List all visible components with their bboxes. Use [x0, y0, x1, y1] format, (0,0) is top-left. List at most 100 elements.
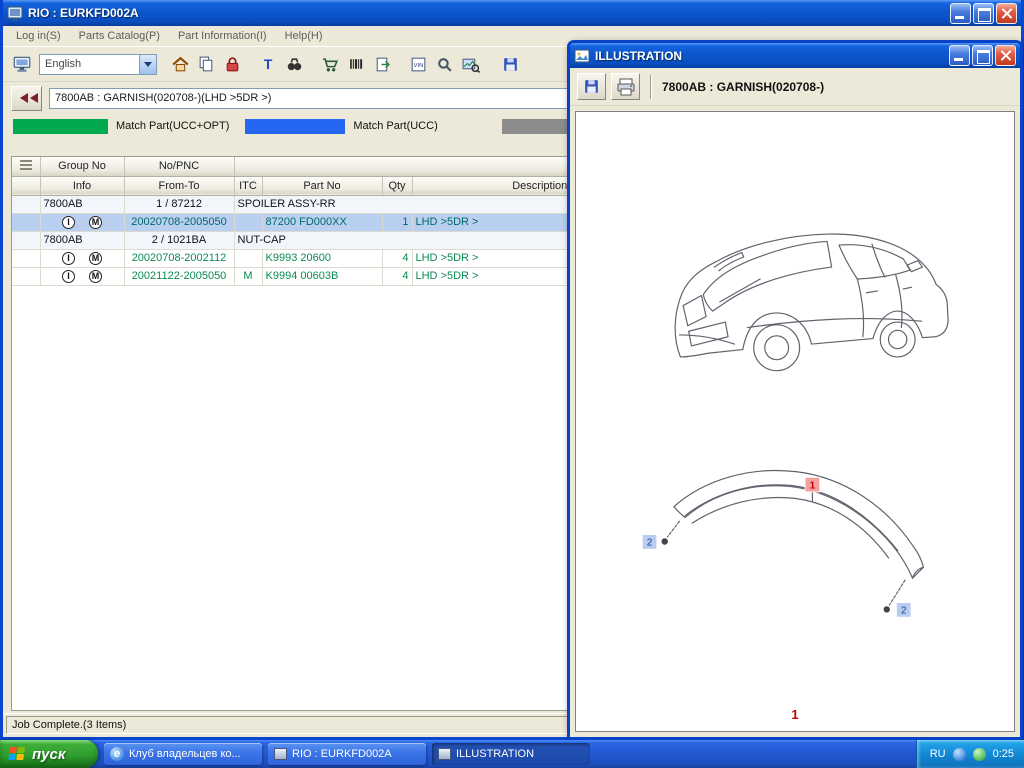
- cell-part-no: 87200 FD000XX: [262, 213, 382, 231]
- close-button[interactable]: [996, 3, 1017, 24]
- gear-search-icon[interactable]: [431, 51, 457, 77]
- info-i-icon[interactable]: I: [62, 252, 75, 265]
- illustration-close-button[interactable]: [995, 45, 1016, 66]
- home-icon[interactable]: [167, 51, 193, 77]
- maximize-button[interactable]: [973, 3, 994, 24]
- binoculars-icon[interactable]: [281, 51, 307, 77]
- cell-info: IM: [40, 267, 124, 285]
- cell-no-pnc: 1 / 87212: [124, 195, 234, 213]
- svg-text:2: 2: [647, 538, 653, 549]
- cell-qty: 4: [382, 249, 412, 267]
- callout-2-left[interactable]: 2: [643, 535, 657, 549]
- cell-info: IM: [40, 249, 124, 267]
- vin-icon[interactable]: VIN: [405, 51, 431, 77]
- cell-itc: [234, 213, 262, 231]
- cell-qty: 1: [382, 213, 412, 231]
- cell-part-no: K9994 00603B: [262, 267, 382, 285]
- grid-menu-cell[interactable]: [12, 157, 40, 176]
- system-tray: RU 0:25: [916, 740, 1024, 768]
- cell-itc: [234, 249, 262, 267]
- barcode-icon[interactable]: [343, 51, 369, 77]
- cart-icon[interactable]: [317, 51, 343, 77]
- tray-language-indicator[interactable]: RU: [930, 748, 946, 760]
- legend-green-swatch: [13, 119, 108, 134]
- col-header-group-no[interactable]: Group No: [40, 157, 124, 176]
- menu-part-information[interactable]: Part Information(I): [169, 28, 276, 44]
- cell-from-to: 20020708-2002112: [124, 249, 234, 267]
- rio-app-icon: [274, 748, 287, 760]
- illustration-icon: [574, 48, 590, 64]
- col-header-itc[interactable]: ITC: [234, 176, 262, 195]
- info-m-icon[interactable]: M: [89, 270, 102, 283]
- legend-blue-swatch: [245, 119, 345, 134]
- back-button[interactable]: [11, 86, 42, 111]
- cell-info: IM: [40, 213, 124, 231]
- menu-parts-catalog[interactable]: Parts Catalog(P): [70, 28, 169, 44]
- col-header-info[interactable]: Info: [40, 176, 124, 195]
- taskbar-button-rio[interactable]: RIO : EURKFD002A: [268, 743, 426, 765]
- taskbar: пуск e Клуб владельцев ко... RIO : EURKF…: [0, 740, 1024, 768]
- col-header-part-no[interactable]: Part No: [262, 176, 382, 195]
- cell-no-pnc: 2 / 1021BA: [124, 231, 234, 249]
- illustration-window-title: ILLUSTRATION: [595, 49, 947, 63]
- callout-1[interactable]: 1: [805, 477, 820, 492]
- col-header-qty[interactable]: Qty: [382, 176, 412, 195]
- start-label: пуск: [32, 746, 65, 763]
- illustration-print-button[interactable]: [611, 73, 640, 100]
- legend-green-label: Match Part(UCC+OPT): [116, 120, 229, 132]
- combo-arrow-icon[interactable]: [139, 55, 156, 74]
- language-value: English: [45, 58, 81, 70]
- tray-clock: 0:25: [993, 748, 1014, 760]
- taskbar-button-browser[interactable]: e Клуб владельцев ко...: [104, 743, 262, 765]
- callout-2-right[interactable]: 2: [897, 603, 911, 617]
- start-button[interactable]: пуск: [0, 740, 98, 768]
- windows-logo-icon: [8, 747, 27, 762]
- tray-icon-antivirus[interactable]: [973, 748, 986, 761]
- col-header-from-to[interactable]: From-To: [124, 176, 234, 195]
- status-text: Job Complete.(3 Items): [12, 719, 126, 731]
- nut-right: [884, 606, 890, 612]
- save-icon[interactable]: [497, 51, 523, 77]
- menu-help[interactable]: Help(H): [276, 28, 332, 44]
- copy-icon[interactable]: [193, 51, 219, 77]
- illustration-canvas[interactable]: 1 2 2 1: [575, 111, 1015, 732]
- export-icon[interactable]: [369, 51, 395, 77]
- menu-login[interactable]: Log in(S): [7, 28, 70, 44]
- taskbar-button-illustration[interactable]: ILLUSTRATION: [432, 743, 590, 765]
- col-header-no-pnc[interactable]: No/PNC: [124, 157, 234, 176]
- monitor-icon[interactable]: [9, 51, 35, 77]
- illustration-app-icon: [438, 748, 451, 760]
- spoiler-drawing: 1 2 2: [639, 449, 951, 648]
- part-path-input[interactable]: 7800AB : GARNISH(020708-)(LHD >5DR >): [49, 88, 569, 109]
- text-size-icon[interactable]: T: [255, 51, 281, 77]
- lock-icon[interactable]: [219, 51, 245, 77]
- app-icon: [7, 5, 23, 21]
- info-i-icon[interactable]: I: [62, 216, 75, 229]
- info-m-icon[interactable]: M: [89, 216, 102, 229]
- illustration-minimize-button[interactable]: [949, 45, 970, 66]
- info-m-icon[interactable]: M: [89, 252, 102, 265]
- minimize-button[interactable]: [950, 3, 971, 24]
- svg-text:1: 1: [810, 481, 816, 492]
- svg-text:2: 2: [901, 606, 907, 617]
- info-i-icon[interactable]: I: [62, 270, 75, 283]
- cell-group-no: 7800AB: [40, 231, 124, 249]
- image-search-icon[interactable]: [457, 51, 483, 77]
- tray-icon-network[interactable]: [953, 748, 966, 761]
- illustration-titlebar[interactable]: ILLUSTRATION: [570, 43, 1020, 68]
- main-window-title: RIO : EURKFD002A: [28, 6, 948, 20]
- cell-group-no: 7800AB: [40, 195, 124, 213]
- cell-itc: M: [234, 267, 262, 285]
- save-icon: [582, 77, 601, 96]
- ie-icon: e: [110, 747, 124, 761]
- illustration-save-button[interactable]: [577, 73, 606, 100]
- main-titlebar[interactable]: RIO : EURKFD002A: [3, 0, 1021, 26]
- car-drawing: [630, 190, 960, 415]
- cell-from-to: 20020708-2005050: [124, 213, 234, 231]
- illustration-maximize-button[interactable]: [972, 45, 993, 66]
- cell-from-to: 20021122-2005050: [124, 267, 234, 285]
- cell-part-no: K9993 20600: [262, 249, 382, 267]
- svg-text:VIN: VIN: [413, 63, 423, 69]
- language-select[interactable]: English: [39, 54, 157, 75]
- illustration-window: ILLUSTRATION 7800AB : GARNISH(020708-): [567, 40, 1023, 740]
